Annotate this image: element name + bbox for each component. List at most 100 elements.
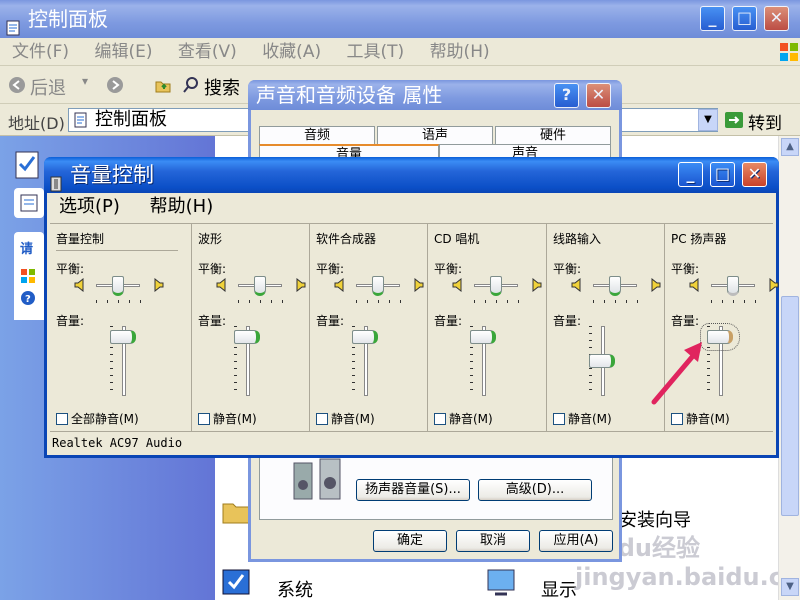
balance-slider[interactable] bbox=[609, 276, 621, 296]
menu-edit[interactable]: 编辑(E) bbox=[94, 42, 152, 62]
balance-slider[interactable] bbox=[727, 276, 739, 296]
search-label[interactable]: 搜索 bbox=[204, 74, 240, 100]
mute-checkbox[interactable]: 静音(M) bbox=[553, 410, 612, 427]
balance-ticks bbox=[356, 300, 401, 303]
speaker-right-icon bbox=[767, 277, 779, 293]
menu-options[interactable]: 选项(P) bbox=[59, 196, 120, 217]
address-label: 地址(D) bbox=[8, 114, 65, 133]
status-bar: Realtek AC97 Audio bbox=[50, 431, 773, 453]
volume-slider[interactable] bbox=[352, 330, 378, 345]
forward-arrow-icon[interactable] bbox=[106, 76, 124, 94]
windows-update-icon[interactable] bbox=[20, 268, 36, 284]
mute-checkbox[interactable]: 静音(M) bbox=[316, 410, 375, 427]
tab-hardware[interactable]: 硬件 bbox=[495, 126, 611, 146]
folder-up-icon[interactable] bbox=[154, 76, 172, 94]
checkbox-box[interactable] bbox=[198, 413, 210, 425]
mute-checkbox[interactable]: 全部静音(M) bbox=[56, 410, 139, 427]
back-dropdown-icon[interactable]: ▾ bbox=[82, 74, 88, 88]
scroll-down-icon[interactable]: ▼ bbox=[781, 578, 799, 596]
address-dropdown-icon[interactable]: ▼ bbox=[698, 109, 718, 131]
volume-maximize-button[interactable]: □ bbox=[710, 162, 735, 187]
sound-dialog-title: 声音和音频设备 属性 bbox=[256, 83, 443, 107]
volume-label: 音量: bbox=[553, 314, 582, 328]
speakers-icon bbox=[290, 455, 350, 505]
tab-audio[interactable]: 音频 bbox=[259, 126, 375, 146]
mute-checkbox[interactable]: 静音(M) bbox=[671, 410, 730, 427]
balance-slider[interactable] bbox=[372, 276, 384, 296]
balance-slider[interactable] bbox=[490, 276, 502, 296]
scroll-thumb[interactable] bbox=[781, 296, 799, 516]
menu-bar: 文件(F) 编辑(E) 查看(V) 收藏(A) 工具(T) 帮助(H) bbox=[0, 38, 800, 66]
see-also-panel: 请 ? bbox=[14, 232, 44, 320]
item-display[interactable]: 显示 bbox=[541, 576, 577, 600]
speaker-left-icon bbox=[74, 277, 86, 293]
see-also-label: 请 bbox=[20, 242, 34, 257]
apply-button[interactable]: 应用(A) bbox=[539, 530, 613, 552]
checkbox-box[interactable] bbox=[56, 413, 68, 425]
vertical-scrollbar[interactable]: ▲ ▼ bbox=[778, 136, 800, 600]
sound-dialog-close-button[interactable]: ✕ bbox=[586, 83, 611, 108]
help-icon[interactable]: ? bbox=[20, 290, 36, 306]
ok-button[interactable]: 确定 bbox=[373, 530, 447, 552]
maximize-button[interactable]: □ bbox=[732, 6, 757, 31]
volume-slider[interactable] bbox=[470, 330, 496, 345]
volume-label: 音量: bbox=[434, 314, 463, 328]
speaker-left-icon bbox=[689, 277, 701, 293]
go-label[interactable]: 转到 bbox=[748, 109, 782, 134]
advanced-button[interactable]: 高级(D)... bbox=[478, 479, 592, 501]
go-arrow-icon[interactable] bbox=[724, 111, 744, 129]
checkbox-box[interactable] bbox=[434, 413, 446, 425]
menu-tools[interactable]: 工具(T) bbox=[347, 42, 405, 62]
item-system[interactable]: 系统 bbox=[277, 576, 313, 600]
close-button[interactable]: ✕ bbox=[764, 6, 789, 31]
speaker-right-icon bbox=[294, 277, 306, 293]
minimize-button[interactable]: _ bbox=[700, 6, 725, 31]
speaker-right-icon bbox=[152, 277, 164, 293]
channel-strip: CD 唱机 平衡: 音量: 静音(M) bbox=[428, 224, 547, 431]
address-value: 控制面板 bbox=[95, 109, 167, 130]
mute-checkbox[interactable]: 静音(M) bbox=[198, 410, 257, 427]
balance-label: 平衡: bbox=[56, 262, 85, 276]
search-icon[interactable] bbox=[182, 76, 200, 94]
channel-name: 音量控制 bbox=[56, 232, 105, 246]
balance-slider[interactable] bbox=[112, 276, 124, 296]
speaker-left-icon bbox=[571, 277, 583, 293]
volume-minimize-button[interactable]: _ bbox=[678, 162, 703, 187]
checkbox-box[interactable] bbox=[671, 413, 683, 425]
scroll-up-icon[interactable]: ▲ bbox=[781, 138, 799, 156]
back-arrow-icon[interactable] bbox=[8, 76, 26, 94]
menu-file[interactable]: 文件(F) bbox=[12, 42, 69, 62]
volume-slider[interactable] bbox=[234, 330, 260, 345]
volume-slider[interactable] bbox=[110, 330, 136, 345]
checkbox-box[interactable] bbox=[553, 413, 565, 425]
menu-view[interactable]: 查看(V) bbox=[178, 42, 237, 62]
display-icon[interactable] bbox=[485, 566, 519, 600]
help-button[interactable]: ? bbox=[554, 83, 579, 108]
tab-voice[interactable]: 语声 bbox=[377, 126, 493, 146]
system-icon[interactable] bbox=[221, 566, 255, 600]
volume-titlebar: 音量控制 _ □ ✕ bbox=[44, 157, 779, 193]
checkbox-box[interactable] bbox=[316, 413, 328, 425]
volume-close-button[interactable]: ✕ bbox=[742, 162, 767, 187]
menu-help[interactable]: 帮助(H) bbox=[150, 196, 214, 217]
speaker-volume-button[interactable]: 扬声器音量(S)... bbox=[356, 479, 470, 501]
wizard-folder-icon[interactable] bbox=[221, 496, 251, 526]
separator bbox=[56, 250, 178, 251]
volume-slider[interactable] bbox=[589, 354, 615, 368]
cancel-button[interactable]: 取消 bbox=[456, 530, 530, 552]
mute-checkbox[interactable]: 静音(M) bbox=[434, 410, 493, 427]
window-title: 控制面板 bbox=[28, 7, 108, 31]
channel-name: CD 唱机 bbox=[434, 232, 480, 246]
volume-control-window: 音量控制 _ □ ✕ 选项(P) 帮助(H) 音量控制平衡: 音量: 全部静音(M)… bbox=[44, 157, 779, 458]
menu-favorites[interactable]: 收藏(A) bbox=[262, 42, 321, 62]
menu-help[interactable]: 帮助(H) bbox=[430, 42, 490, 62]
speaker-right-icon bbox=[530, 277, 542, 293]
back-label[interactable]: 后退 bbox=[30, 74, 66, 100]
balance-label: 平衡: bbox=[671, 262, 700, 276]
channel-name: 软件合成器 bbox=[316, 232, 377, 246]
balance-label: 平衡: bbox=[198, 262, 227, 276]
speaker-left-icon bbox=[334, 277, 346, 293]
balance-slider[interactable] bbox=[254, 276, 266, 296]
windows-logo-icon bbox=[778, 41, 800, 63]
volume-label: 音量: bbox=[198, 314, 227, 328]
